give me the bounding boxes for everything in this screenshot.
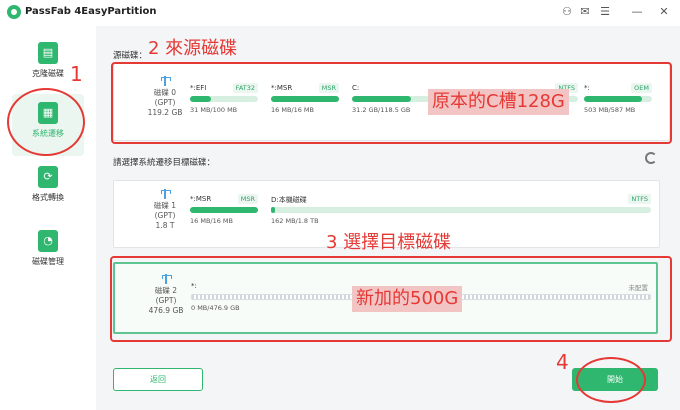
partition-usage-bar [190, 207, 258, 213]
title-bar: PassFab 4EasyPartition ⚇ ✉ ☰ — ✕ [0, 0, 680, 26]
partition-name: D:本機磁碟 [271, 196, 307, 204]
annotation-circle-sidebar [7, 88, 85, 156]
sidebar-item-label: 磁碟管理 [32, 257, 64, 266]
partition-name: *:MSR [190, 195, 212, 203]
person-icon[interactable]: ⚇ [560, 5, 574, 19]
app-window: PassFab 4EasyPartition ⚇ ✉ ☰ — ✕ ▤ 克隆磁碟 … [0, 0, 680, 410]
annotation-step-1: 1 [70, 62, 83, 86]
disk-type: (GPT) [154, 211, 176, 220]
annotation-target-note: 新加的500G [352, 286, 463, 312]
partition-usage-bar [271, 207, 651, 213]
target-disk-label: 請選擇系統遷移目標磁碟： [113, 158, 216, 168]
back-button[interactable]: 返回 [113, 368, 203, 391]
annotation-box-source [111, 62, 672, 144]
app-title: PassFab 4EasyPartition [25, 6, 157, 17]
disk-name: 磁碟 1 [153, 201, 177, 210]
partition-size: 16 MB/16 MB [190, 217, 233, 225]
clone-disk-icon: ▤ [38, 42, 58, 64]
source-disk-label: 源磁碟： [113, 51, 148, 61]
sidebar-item-disk-manage[interactable]: ◔ 磁碟管理 [12, 222, 84, 284]
annotation-step-2: 2 來源磁碟 [148, 38, 238, 59]
partition-fs-badge: MSR [237, 194, 258, 204]
sidebar-item-format[interactable]: ⟳ 格式轉換 [12, 158, 84, 220]
disk-size: 1.8 T [155, 221, 175, 230]
close-icon[interactable]: ✕ [657, 5, 671, 19]
app-logo-icon [7, 5, 21, 19]
target-disk-info: 磁碟 1 (GPT) 1.8 T [136, 189, 194, 231]
disk-icon [160, 189, 171, 199]
refresh-icon[interactable] [645, 152, 657, 164]
annotation-step-4: 4 [556, 350, 569, 374]
format-convert-icon: ⟳ [38, 166, 58, 188]
sidebar-item-label: 格式轉換 [32, 193, 64, 202]
mail-icon[interactable]: ✉ [578, 5, 592, 19]
annotation-circle-start [576, 357, 646, 403]
disk-manage-icon: ◔ [38, 230, 58, 252]
menu-icon[interactable]: ☰ [598, 5, 612, 19]
partition-size: 162 MB/1.8 TB [271, 217, 319, 225]
annotation-source-note: 原本的C槽128G [428, 89, 569, 115]
partition-fs-badge: NTFS [628, 194, 651, 204]
annotation-step-3: 3 選擇目標磁碟 [326, 232, 452, 253]
minimize-icon[interactable]: — [630, 5, 644, 19]
